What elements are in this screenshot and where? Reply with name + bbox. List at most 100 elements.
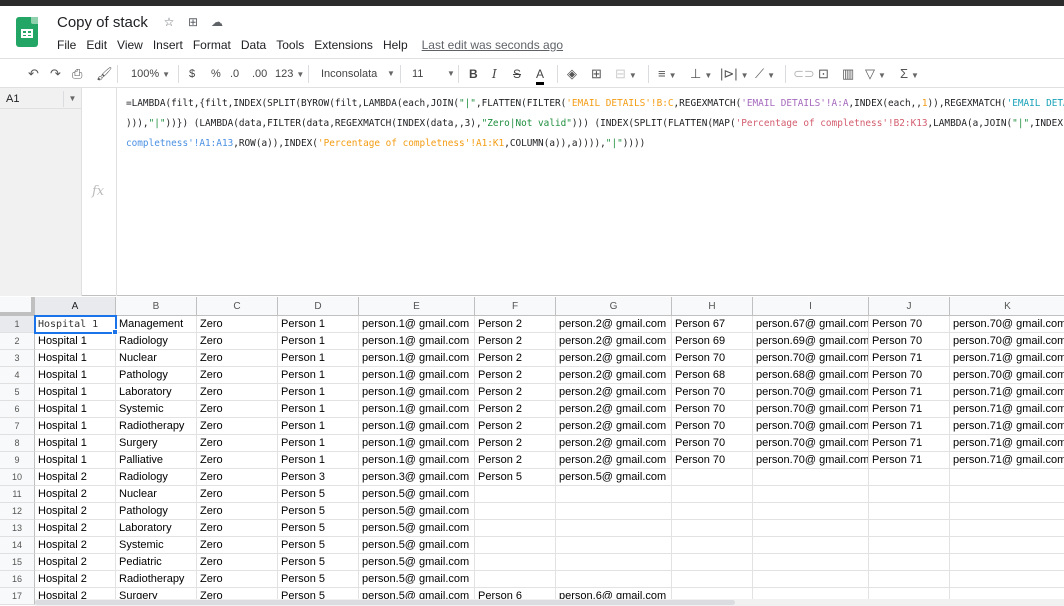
cell-i13[interactable] <box>753 520 869 537</box>
cell-i3[interactable]: person.70@ gmail.com <box>753 350 869 367</box>
cell-h2[interactable]: Person 69 <box>672 333 753 350</box>
cell-j1[interactable]: Person 70 <box>869 316 950 333</box>
cell-f1[interactable]: Person 2 <box>475 316 556 333</box>
cell-k3[interactable]: person.71@ gmail.com <box>950 350 1064 367</box>
cell-a13[interactable]: Hospital 2 <box>35 520 116 537</box>
cell-c11[interactable]: Zero <box>197 486 278 503</box>
cell-b14[interactable]: Systemic <box>116 537 197 554</box>
cell-a9[interactable]: Hospital 1 <box>35 452 116 469</box>
cell-k15[interactable] <box>950 554 1064 571</box>
cell-f7[interactable]: Person 2 <box>475 418 556 435</box>
cell-i7[interactable]: person.70@ gmail.com <box>753 418 869 435</box>
star-icon[interactable]: ☆ <box>162 15 176 29</box>
cell-j13[interactable] <box>869 520 950 537</box>
cell-g1[interactable]: person.2@ gmail.com <box>556 316 672 333</box>
cell-h14[interactable] <box>672 537 753 554</box>
cell-e15[interactable]: person.5@ gmail.com <box>359 554 475 571</box>
cell-b4[interactable]: Pathology <box>116 367 197 384</box>
cell-g5[interactable]: person.2@ gmail.com <box>556 384 672 401</box>
cell-e7[interactable]: person.1@ gmail.com <box>359 418 475 435</box>
column-header-h[interactable]: H <box>672 297 753 316</box>
cell-d14[interactable]: Person 5 <box>278 537 359 554</box>
cell-a7[interactable]: Hospital 1 <box>35 418 116 435</box>
chevron-down-icon[interactable]: ▼ <box>63 91 81 107</box>
cell-a6[interactable]: Hospital 1 <box>35 401 116 418</box>
row-header[interactable]: 8 <box>0 435 35 452</box>
row-header[interactable]: 1 <box>0 316 35 333</box>
cell-a3[interactable]: Hospital 1 <box>35 350 116 367</box>
row-header[interactable]: 12 <box>0 503 35 520</box>
cell-f4[interactable]: Person 2 <box>475 367 556 384</box>
fill-color-icon[interactable]: ◈ <box>567 66 577 82</box>
cell-e2[interactable]: person.1@ gmail.com <box>359 333 475 350</box>
column-header-a[interactable]: A <box>35 297 116 316</box>
cell-j8[interactable]: Person 71 <box>869 435 950 452</box>
cell-a5[interactable]: Hospital 1 <box>35 384 116 401</box>
cell-i11[interactable] <box>753 486 869 503</box>
cell-a8[interactable]: Hospital 1 <box>35 435 116 452</box>
move-to-folder-icon[interactable]: ⊞ <box>186 15 200 29</box>
cell-i9[interactable]: person.70@ gmail.com <box>753 452 869 469</box>
insert-link-icon[interactable]: ⊂⊃ <box>793 66 815 82</box>
cell-d8[interactable]: Person 1 <box>278 435 359 452</box>
row-header[interactable]: 10 <box>0 469 35 486</box>
cell-b15[interactable]: Pediatric <box>116 554 197 571</box>
text-color-button[interactable]: A <box>536 66 545 85</box>
filter-icon[interactable]: ▽ ▼ <box>865 66 886 82</box>
cell-c10[interactable]: Zero <box>197 469 278 486</box>
cell-h11[interactable] <box>672 486 753 503</box>
column-header-j[interactable]: J <box>869 297 950 316</box>
cell-e10[interactable]: person.3@ gmail.com <box>359 469 475 486</box>
cell-k9[interactable]: person.71@ gmail.com <box>950 452 1064 469</box>
scrollbar-thumb[interactable] <box>35 600 735 605</box>
cell-c9[interactable]: Zero <box>197 452 278 469</box>
cell-h6[interactable]: Person 70 <box>672 401 753 418</box>
cell-k10[interactable] <box>950 469 1064 486</box>
cell-k13[interactable] <box>950 520 1064 537</box>
cell-e5[interactable]: person.1@ gmail.com <box>359 384 475 401</box>
cell-c14[interactable]: Zero <box>197 537 278 554</box>
cell-a1[interactable]: Hospital 1 <box>35 316 116 333</box>
cell-j11[interactable] <box>869 486 950 503</box>
cell-k8[interactable]: person.71@ gmail.com <box>950 435 1064 452</box>
insert-chart-icon[interactable]: ▥ <box>842 66 854 82</box>
cell-c6[interactable]: Zero <box>197 401 278 418</box>
cell-c4[interactable]: Zero <box>197 367 278 384</box>
cell-k6[interactable]: person.71@ gmail.com <box>950 401 1064 418</box>
percent-format-button[interactable]: % <box>211 66 221 82</box>
cell-j15[interactable] <box>869 554 950 571</box>
cell-h16[interactable] <box>672 571 753 588</box>
cell-k11[interactable] <box>950 486 1064 503</box>
cell-b1[interactable]: Management <box>116 316 197 333</box>
cell-b8[interactable]: Surgery <box>116 435 197 452</box>
cell-c13[interactable]: Zero <box>197 520 278 537</box>
currency-format-button[interactable]: $ <box>189 66 195 82</box>
row-header[interactable]: 17 <box>0 588 35 605</box>
column-header-k[interactable]: K <box>950 297 1064 316</box>
cell-e9[interactable]: person.1@ gmail.com <box>359 452 475 469</box>
undo-icon[interactable]: ↶ <box>28 66 39 82</box>
cell-h8[interactable]: Person 70 <box>672 435 753 452</box>
cell-h1[interactable]: Person 67 <box>672 316 753 333</box>
cell-b5[interactable]: Laboratory <box>116 384 197 401</box>
fill-handle[interactable] <box>112 329 118 335</box>
row-header[interactable]: 9 <box>0 452 35 469</box>
cell-i2[interactable]: person.69@ gmail.com <box>753 333 869 350</box>
horizontal-align-icon[interactable]: ≡ ▼ <box>658 66 677 82</box>
cell-d2[interactable]: Person 1 <box>278 333 359 350</box>
cell-b11[interactable]: Nuclear <box>116 486 197 503</box>
cell-k12[interactable] <box>950 503 1064 520</box>
cell-k14[interactable] <box>950 537 1064 554</box>
row-header[interactable]: 15 <box>0 554 35 571</box>
cell-g13[interactable] <box>556 520 672 537</box>
row-header[interactable]: 4 <box>0 367 35 384</box>
cell-e1[interactable]: person.1@ gmail.com <box>359 316 475 333</box>
menu-data[interactable]: Data <box>241 38 266 52</box>
cell-b6[interactable]: Systemic <box>116 401 197 418</box>
cell-g4[interactable]: person.2@ gmail.com <box>556 367 672 384</box>
cell-h13[interactable] <box>672 520 753 537</box>
cell-e6[interactable]: person.1@ gmail.com <box>359 401 475 418</box>
cell-g15[interactable] <box>556 554 672 571</box>
cell-d10[interactable]: Person 3 <box>278 469 359 486</box>
merge-cells-icon[interactable]: ⊟ ▼ <box>615 66 637 82</box>
